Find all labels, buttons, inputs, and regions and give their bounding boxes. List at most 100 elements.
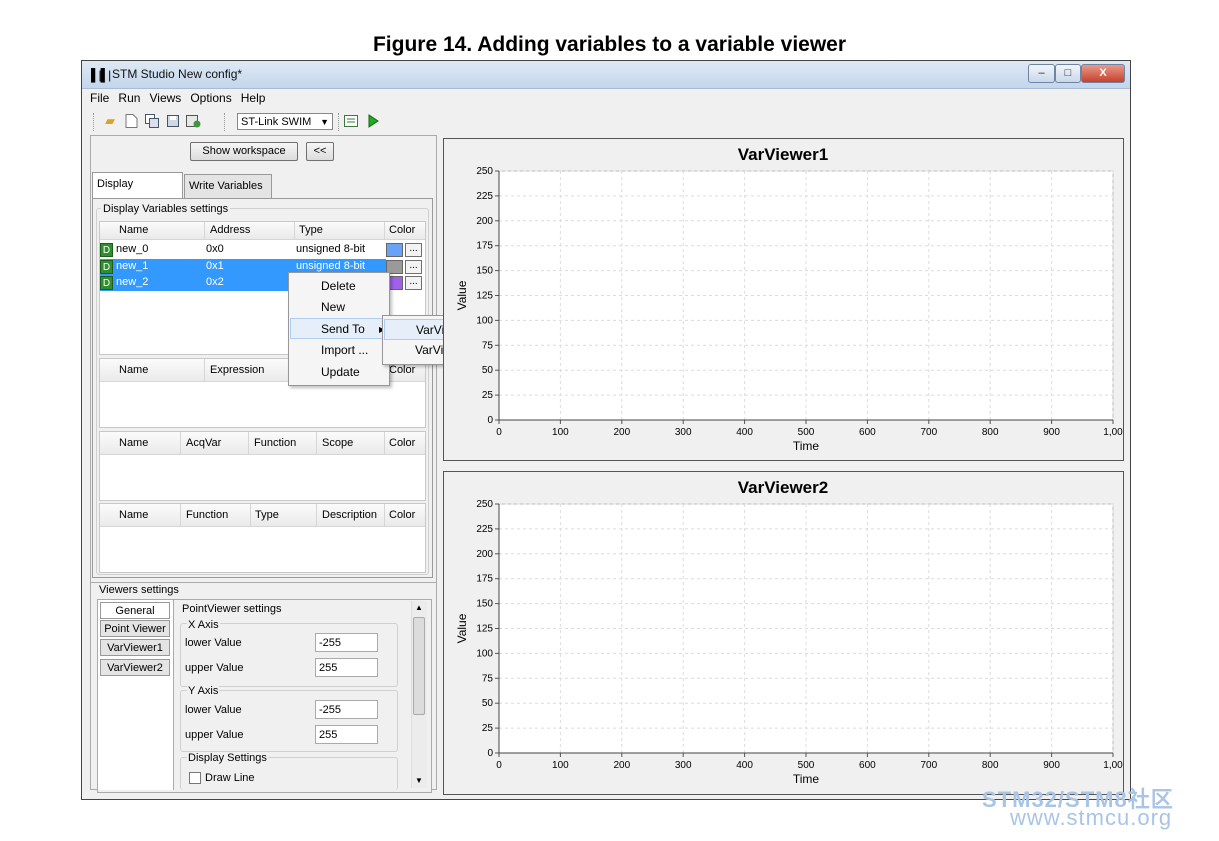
settings-scrollbar[interactable]: ▲ ▼ — [411, 601, 427, 788]
y-axis-label: Value — [455, 613, 469, 643]
var-name: new_1 — [116, 260, 149, 272]
menu-bar: File Run Views Options Help — [90, 91, 271, 109]
col-type[interactable]: Type — [299, 224, 323, 236]
col-color[interactable]: Color — [389, 224, 415, 236]
table-row[interactable]: D new_0 0x0 unsigned 8-bit — [100, 242, 386, 258]
display-badge: D — [100, 243, 113, 257]
display-badge: D — [100, 276, 113, 290]
menu-item-import-label: Import ... — [321, 343, 369, 357]
menu-file[interactable]: File — [90, 91, 109, 105]
x-upper-input[interactable]: 255 — [315, 658, 378, 677]
pick-color-button[interactable]: ... — [405, 260, 422, 274]
y-upper-label: upper Value — [185, 729, 244, 741]
menu-item-delete[interactable]: Delete — [290, 276, 388, 297]
y-tick-label: 100 — [476, 315, 493, 326]
pick-color-button[interactable]: ... — [405, 243, 422, 257]
col-acqvar[interactable]: AcqVar — [186, 437, 221, 449]
x-tick-label: 300 — [675, 760, 692, 771]
x-tick-label: 600 — [859, 760, 876, 771]
menu-item-import[interactable]: Import ... — [290, 340, 388, 361]
col-name[interactable]: Name — [119, 364, 148, 376]
col-description[interactable]: Description — [322, 509, 377, 521]
col-function[interactable]: Function — [254, 437, 296, 449]
minimize-button[interactable]: – — [1028, 64, 1055, 83]
color-swatch[interactable] — [386, 243, 403, 257]
x-tick-label: 800 — [982, 760, 999, 771]
y-tick-label: 225 — [476, 191, 493, 202]
col-function[interactable]: Function — [186, 509, 228, 521]
y-tick-label: 100 — [476, 648, 493, 659]
col-color[interactable]: Color — [389, 364, 415, 376]
menu-item-update[interactable]: Update — [290, 362, 388, 383]
close-button[interactable]: X — [1081, 64, 1125, 83]
export-icon[interactable] — [186, 114, 201, 128]
scroll-thumb[interactable] — [413, 617, 425, 715]
tab-point-viewer[interactable]: Point Viewer — [100, 620, 170, 637]
scroll-up-icon[interactable]: ▲ — [415, 603, 423, 612]
y-tick-label: 250 — [476, 499, 493, 510]
window-title: STM Studio New config* — [112, 67, 243, 81]
show-workspace-button[interactable]: Show workspace — [190, 142, 298, 161]
varviewer2-panel: VarViewer2 0 100 200 300 400 500 600 700 800 900 1,… — [443, 471, 1124, 795]
pick-color-button[interactable]: ... — [405, 276, 422, 290]
app-icon: ▌|▌| — [91, 68, 111, 82]
col-color[interactable]: Color — [389, 437, 415, 449]
menu-item-new[interactable]: New — [290, 297, 388, 318]
interface-select-value: ST-Link SWIM — [241, 116, 312, 128]
draw-line-label: Draw Line — [205, 772, 255, 784]
tab-varviewer1[interactable]: VarViewer1 — [100, 639, 170, 656]
new-file-icon[interactable] — [124, 114, 138, 128]
y-tick-label: 200 — [476, 549, 493, 560]
toolbar-separator — [224, 113, 226, 131]
x-lower-input[interactable]: -255 — [315, 633, 378, 652]
chart-title: VarViewer2 — [738, 478, 828, 497]
collapse-button[interactable]: << — [306, 142, 334, 161]
menu-item-send-to[interactable]: Send To▶ — [290, 318, 388, 339]
tab-varviewer2[interactable]: VarViewer2 — [100, 659, 170, 676]
menu-options[interactable]: Options — [190, 91, 231, 105]
menu-help[interactable]: Help — [241, 91, 266, 105]
save-icon[interactable] — [166, 114, 180, 128]
save-all-icon[interactable] — [145, 114, 159, 128]
varviewer2-chart[interactable]: VarViewer20 100 200 300 400 500 600 700 800 900 1,… — [444, 472, 1123, 794]
display-badge: D — [100, 260, 113, 274]
tab-write-variables[interactable]: Write Variables — [184, 174, 272, 198]
col-name[interactable]: Name — [119, 509, 148, 521]
menu-item-delete-label: Delete — [321, 279, 356, 293]
watermark-url: www.stmcu.org — [1010, 805, 1173, 830]
x-tick-label: 500 — [798, 760, 815, 771]
y-lower-input[interactable]: -255 — [315, 700, 378, 719]
tab-display-variables[interactable]: Display Variables — [92, 172, 183, 212]
toolbar: ▰ ST-Link SWIM ▼ — [90, 111, 1120, 133]
toolbar-separator-2 — [338, 113, 340, 131]
menu-run[interactable]: Run — [118, 91, 140, 105]
col-scope[interactable]: Scope — [322, 437, 353, 449]
varviewer1-chart[interactable]: VarViewer10 100 200 300 400 500 600 700 800 900 1,… — [444, 139, 1123, 460]
col-name[interactable]: Name — [119, 437, 148, 449]
y-tick-label: 50 — [482, 365, 494, 376]
list-view-icon[interactable] — [344, 114, 358, 128]
x-tick-label: 0 — [496, 427, 502, 438]
x-tick-label: 0 — [496, 760, 502, 771]
draw-line-checkbox[interactable] — [189, 772, 201, 784]
col-expression[interactable]: Expression — [210, 364, 264, 376]
x-tick-label: 200 — [613, 427, 630, 438]
col-name[interactable]: Name — [119, 224, 148, 236]
col-type[interactable]: Type — [255, 509, 279, 521]
run-icon[interactable] — [366, 114, 380, 128]
col-color[interactable]: Color — [389, 509, 415, 521]
menu-views[interactable]: Views — [149, 91, 181, 105]
y-upper-input[interactable]: 255 — [315, 725, 378, 744]
col-address[interactable]: Address — [210, 224, 250, 236]
x-tick-label: 400 — [736, 427, 753, 438]
figure-title: Figure 14. Adding variables to a variabl… — [372, 33, 847, 56]
tab-general[interactable]: General — [100, 602, 170, 619]
chart-title: VarViewer1 — [738, 145, 828, 164]
maximize-button[interactable]: □ — [1055, 64, 1081, 83]
open-folder-icon[interactable]: ▰ — [103, 114, 117, 128]
var-type: unsigned 8-bit — [296, 260, 366, 272]
x-tick-label: 400 — [736, 760, 753, 771]
interface-select[interactable]: ST-Link SWIM ▼ — [237, 113, 333, 130]
varviewer1-panel: VarViewer1 0 100 200 300 400 500 600 700 800 900 1,… — [443, 138, 1124, 461]
scroll-down-icon[interactable]: ▼ — [415, 776, 423, 785]
